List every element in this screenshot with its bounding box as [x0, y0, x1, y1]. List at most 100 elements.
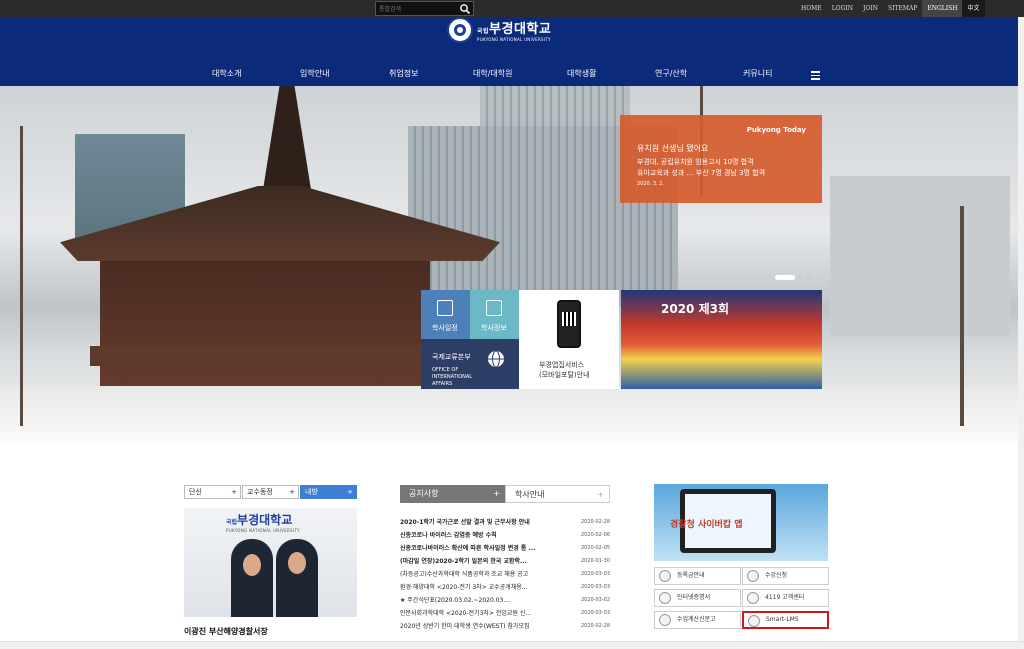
- feedback-button[interactable]: 수업계산신문고: [654, 611, 741, 629]
- plus-icon[interactable]: +: [289, 486, 295, 498]
- megaphone-icon: [659, 614, 671, 626]
- sitemap-link[interactable]: SITEMAP: [883, 0, 922, 17]
- monitor-icon: [748, 615, 760, 627]
- tile-label: 학사일정: [432, 324, 458, 332]
- person-right: [276, 539, 318, 617]
- today-date: 2020. 3. 2.: [637, 181, 665, 187]
- tab-label: 내방: [305, 488, 318, 496]
- photo-logo-prefix: 국립: [226, 519, 238, 526]
- notice-item[interactable]: 신종코로나 바이러스 감염증 예방 수칙 2020-02-06: [400, 529, 610, 542]
- notice-title[interactable]: 2020-1학기 국가근로 선발 결과 및 근무사항 안내: [400, 516, 575, 529]
- pukyong-today-panel[interactable]: Pukyong Today 유치원 선생님 됐어요 부경대, 공립유치원 임용고…: [620, 115, 822, 203]
- emblem-icon: [447, 17, 473, 43]
- quick-link-label: 등록금안내: [677, 572, 705, 579]
- notice-item[interactable]: 신종코로나바이러스 확산에 따른 학사일정 변경 통 ... 2020-02-05: [400, 542, 610, 555]
- cyber-cop-banner[interactable]: 경찰청 사이버캅 앱: [654, 484, 828, 561]
- nav-community[interactable]: 커뮤니티: [743, 68, 772, 79]
- notice-item[interactable]: 인문사회과학대학 <2020-전기3차> 전임교원 신... 2020-03-03: [400, 607, 610, 620]
- today-headline: 유치원 선생님 됐어요: [637, 144, 709, 153]
- certificate-button[interactable]: 인터넷증명서: [654, 589, 741, 607]
- plus-icon[interactable]: +: [347, 486, 353, 498]
- tab-brief-news[interactable]: 단신 +: [184, 485, 241, 499]
- notice-title[interactable]: (차등공고)수산과학대학 식품공학과 조교 채용 공고: [400, 568, 575, 581]
- search-box: [375, 1, 474, 16]
- notice-item[interactable]: 2020년 상반기 한미 대학생 연수(WEST) 참가모집 2020-02-28: [400, 620, 610, 633]
- plus-icon[interactable]: +: [597, 486, 604, 504]
- notice-tabs: 공지사항 + 학사안내 +: [400, 485, 610, 503]
- notice-date: 2020-02-28: [580, 519, 610, 525]
- tree: [960, 206, 964, 426]
- nav-admission[interactable]: 입학안내: [300, 68, 329, 79]
- mobile-portal-tile[interactable]: 부경앱집서비스 (모바일포탈)안내: [519, 290, 619, 389]
- notice-list: 2020-1학기 국가근로 선발 결과 및 근무사항 안내 2020-02-28 …: [400, 516, 610, 633]
- notice-date: 2020-03-03: [580, 584, 610, 590]
- slider-dot[interactable]: [806, 275, 811, 280]
- hamburger-menu-icon[interactable]: [811, 71, 820, 80]
- plus-icon[interactable]: +: [231, 486, 237, 498]
- notice-title[interactable]: ★ 주간식단표(2020.03.02.~2020.03....: [400, 594, 575, 607]
- academic-calendar-tile[interactable]: 학사일정: [421, 290, 470, 339]
- slider-dot-active[interactable]: [775, 275, 795, 280]
- nav-career[interactable]: 취업정보: [389, 68, 418, 79]
- tab-academic-notices[interactable]: 학사안내 +: [505, 485, 610, 503]
- nav-colleges[interactable]: 대학/대학원: [473, 68, 513, 79]
- tuition-info-button[interactable]: 등록금안내: [654, 567, 741, 585]
- vertical-scrollbar[interactable]: [1018, 17, 1024, 641]
- quick-link-label: 수업계산신문고: [677, 616, 716, 623]
- quick-link-label: Smart-LMS: [766, 616, 799, 623]
- home-link[interactable]: HOME: [796, 0, 827, 17]
- notice-title[interactable]: 신종코로나 바이러스 감염증 예방 수칙: [400, 529, 575, 542]
- quick-link-label: 4119 고객센터: [765, 594, 805, 601]
- photo-logo: 국립부경대학교 PUKYONG NATIONAL UNIVERSITY: [226, 511, 300, 533]
- slider-pagination: [775, 275, 811, 280]
- slider-dot[interactable]: [798, 275, 803, 280]
- notice-item[interactable]: 2020-1학기 국가근로 선발 결과 및 근무사항 안내 2020-02-28: [400, 516, 610, 529]
- course-registration-button[interactable]: 수강신청: [742, 567, 829, 585]
- tab-faculty-news[interactable]: 교수동정 +: [242, 485, 299, 499]
- chinese-link[interactable]: 中文: [962, 0, 985, 17]
- plus-icon[interactable]: +: [493, 485, 500, 503]
- customer-center-button[interactable]: 4119 고객센터: [742, 589, 829, 607]
- notice-title[interactable]: 환경·해양대학 <2020-전기 3차> 교수공개채용...: [400, 581, 575, 594]
- tab-visits[interactable]: 내방 +: [300, 485, 357, 499]
- notice-title[interactable]: 신종코로나바이러스 확산에 따른 학사일정 변경 통 ...: [400, 542, 575, 555]
- notice-item[interactable]: (차등공고)수산과학대학 식품공학과 조교 채용 공고 2020-03-03: [400, 568, 610, 581]
- calendar-icon: [437, 300, 453, 316]
- notice-item[interactable]: ★ 주간식단표(2020.03.02.~2020.03.... 2020-03-0…: [400, 594, 610, 607]
- snow-ground: [0, 386, 1018, 444]
- smart-lms-button[interactable]: Smart-LMS: [742, 611, 829, 629]
- tile-label: 학사정보: [481, 324, 507, 332]
- main-navigation: 대학소개 입학안내 취업정보 대학/대학원 대학생활 연구/산학 커뮤니티: [0, 68, 1024, 82]
- photo-caption[interactable]: 이광진 부산해양경찰서장: [184, 626, 268, 637]
- document-icon: [486, 300, 502, 316]
- news-photo[interactable]: 국립부경대학교 PUKYONG NATIONAL UNIVERSITY: [184, 508, 357, 617]
- english-link[interactable]: ENGLISH: [922, 0, 963, 17]
- horizontal-scrollbar[interactable]: [0, 641, 1024, 649]
- globe-icon: [488, 350, 504, 368]
- search-input[interactable]: [379, 3, 459, 15]
- academic-info-tile[interactable]: 학사정보: [470, 290, 519, 339]
- notice-item[interactable]: 환경·해양대학 <2020-전기 3차> 교수공개채용... 2020-03-03: [400, 581, 610, 594]
- notice-item[interactable]: (마감일 연장)2020-2학기 일본의 한국 교환학... 2020-01-30: [400, 555, 610, 568]
- notice-title[interactable]: (마감일 연장)2020-2학기 일본의 한국 교환학...: [400, 555, 575, 568]
- tab-label: 공지사항: [409, 489, 439, 498]
- nav-research[interactable]: 연구/산학: [655, 68, 687, 79]
- quick-link-label: 인터넷증명서: [677, 594, 711, 601]
- logo-prefix: 국립: [477, 28, 490, 35]
- notice-title[interactable]: 2020년 상반기 한미 대학생 연수(WEST) 참가모집: [400, 620, 575, 633]
- hero-image: [0, 86, 1018, 444]
- international-affairs-tile[interactable]: 국제교류본부 OFFICE OF INTERNATIONAL AFFAIRS: [421, 339, 519, 389]
- today-line-1: 부경대, 공립유치원 임용고시 10명 합격: [637, 158, 754, 166]
- nav-campus-life[interactable]: 대학생활: [567, 68, 596, 79]
- search-icon[interactable]: [459, 3, 471, 15]
- login-link[interactable]: LOGIN: [827, 0, 858, 17]
- logo-main-text: 부경대학교: [489, 22, 552, 37]
- notice-title[interactable]: 인문사회과학대학 <2020-전기3차> 전임교원 신...: [400, 607, 575, 620]
- tab-notices[interactable]: 공지사항 +: [400, 485, 505, 503]
- promo-banner[interactable]: 2020 제3회: [621, 290, 822, 389]
- university-logo[interactable]: 국립부경대학교 PUKYONG NATIONAL UNIVERSITY: [447, 17, 551, 43]
- join-link[interactable]: JOIN: [858, 0, 883, 17]
- book-icon: [747, 570, 759, 582]
- nav-about[interactable]: 대학소개: [212, 68, 241, 79]
- notice-date: 2020-03-03: [580, 571, 610, 577]
